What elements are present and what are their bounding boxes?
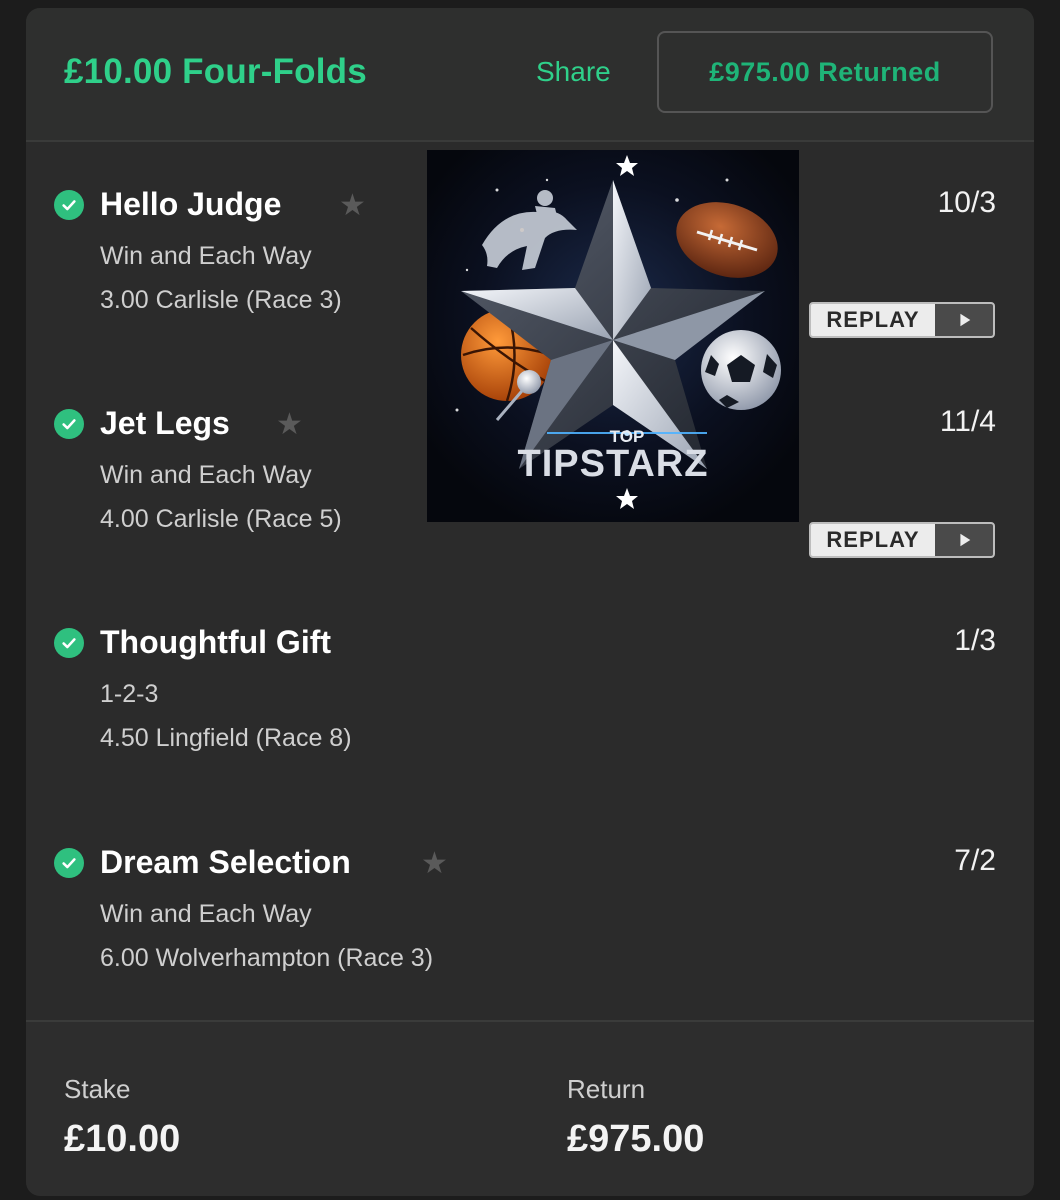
play-icon: [935, 304, 993, 336]
bet-title: £10.00 Four-Folds: [64, 52, 367, 91]
check-icon: [54, 628, 84, 658]
selection-market: Win and Each Way: [100, 242, 312, 270]
favourite-star-icon[interactable]: ★: [276, 407, 303, 442]
return-value: £975.00: [567, 1118, 705, 1160]
returned-button[interactable]: £975.00 Returned: [657, 31, 993, 113]
bet-header: £10.00 Four-Folds Share £975.00 Returned: [26, 8, 1034, 142]
selection-odds: 10/3: [937, 186, 996, 219]
selection-event: 4.50 Lingfield (Race 8): [100, 724, 352, 752]
favourite-star-icon[interactable]: ★: [339, 188, 366, 223]
returned-label: £975.00 Returned: [709, 56, 941, 87]
selection-odds: 7/2: [954, 844, 996, 877]
favourite-star-icon[interactable]: ★: [421, 846, 448, 881]
check-icon: [54, 848, 84, 878]
selection-name: Jet Legs: [100, 405, 230, 441]
selection-event: 4.00 Carlisle (Race 5): [100, 505, 342, 533]
stake-label: Stake: [64, 1074, 131, 1104]
selection-odds: 11/4: [939, 405, 996, 438]
replay-label: REPLAY: [826, 307, 920, 332]
replay-label: REPLAY: [826, 527, 920, 552]
play-icon: [935, 524, 993, 556]
logo-text-main: TIPSTARZ: [518, 443, 709, 485]
replay-button[interactable]: REPLAY: [809, 522, 995, 558]
selection-name: Hello Judge: [100, 186, 282, 222]
check-icon: [54, 409, 84, 439]
selection-event: 3.00 Carlisle (Race 3): [100, 286, 342, 314]
bet-summary: Stake £10.00 Return £975.00: [26, 1020, 1034, 1196]
selection-market: Win and Each Way: [100, 461, 312, 489]
selection-name: Dream Selection: [100, 844, 351, 880]
check-icon: [54, 190, 84, 220]
return-label: Return: [567, 1074, 646, 1104]
tipstarz-logo: TOP TIPSTARZ: [427, 150, 799, 522]
selection-market: 1-2-3: [100, 680, 159, 708]
selection-odds: 1/3: [954, 624, 996, 657]
selection-name: Thoughtful Gift: [100, 624, 332, 660]
bet-card: £10.00 Four-Folds Share £975.00 Returned…: [26, 8, 1034, 1196]
replay-button[interactable]: REPLAY: [809, 302, 995, 338]
selection-event: 6.00 Wolverhampton (Race 3): [100, 944, 434, 972]
share-button[interactable]: Share: [536, 56, 611, 88]
selection-market: Win and Each Way: [100, 900, 312, 928]
stake-value: £10.00: [64, 1118, 181, 1160]
